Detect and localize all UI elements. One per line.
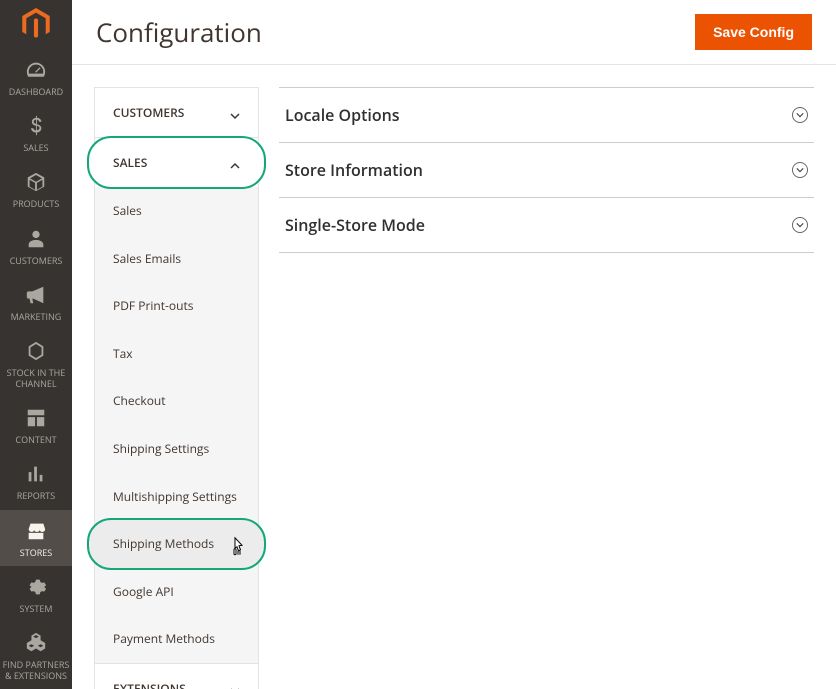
config-sidebar: CUSTOMERS SALES SalesSales EmailsPDF Print… — [94, 87, 259, 689]
page-header: Configuration Save Config — [72, 0, 836, 65]
nav-sales[interactable]: SALES — [0, 105, 72, 161]
nav-content[interactable]: CONTENT — [0, 397, 72, 453]
hex-icon — [25, 340, 47, 365]
nav-label: STORES — [20, 548, 52, 558]
nav-label: STOCK IN THE CHANNEL — [2, 368, 70, 389]
config-item-google-api[interactable]: Google API — [95, 568, 258, 616]
nav-customers[interactable]: CUSTOMERS — [0, 218, 72, 274]
section-single-store[interactable]: Single-Store Mode — [279, 198, 814, 253]
nav-label: CONTENT — [15, 435, 56, 445]
config-subitems-sales: SalesSales EmailsPDF Print-outsTaxChecko… — [95, 187, 258, 664]
section-title: Single-Store Mode — [285, 214, 425, 236]
admin-vertical-nav: DASHBOARD SALES PRODUCTS CUSTOMERS MARKETING… — [0, 0, 72, 689]
nav-label: FIND PARTNERS & EXTENSIONS — [2, 660, 70, 681]
config-item-shipping-methods[interactable]: Shipping Methods — [87, 518, 266, 570]
section-locale[interactable]: Locale Options — [279, 87, 814, 143]
nav-label: REPORTS — [17, 491, 55, 501]
nav-label: PRODUCTS — [13, 199, 60, 209]
dollar-icon — [25, 115, 47, 140]
nav-label: MARKETING — [11, 312, 62, 322]
store-icon — [25, 520, 47, 545]
nav-label: DASHBOARD — [9, 87, 63, 97]
config-group-sales[interactable]: SALES — [87, 136, 266, 189]
nav-reports[interactable]: REPORTS — [0, 453, 72, 509]
config-group-label: SALES — [113, 154, 147, 171]
config-item-tax[interactable]: Tax — [95, 330, 258, 378]
config-item-multishipping[interactable]: Multishipping Settings — [95, 473, 258, 521]
section-title: Store Information — [285, 159, 423, 181]
chevron-down-icon — [230, 108, 240, 118]
person-icon — [25, 228, 47, 253]
config-item-payment-methods[interactable]: Payment Methods — [95, 615, 258, 663]
nav-label: CUSTOMERS — [10, 256, 63, 266]
config-item-sales-emails[interactable]: Sales Emails — [95, 235, 258, 283]
cube-icon — [25, 171, 47, 196]
config-item-sales-sub[interactable]: Sales — [95, 187, 258, 235]
config-item-pdf[interactable]: PDF Print-outs — [95, 282, 258, 330]
chevron-up-icon — [230, 158, 240, 168]
bars-icon — [25, 463, 47, 488]
config-group-label: EXTENSIONS — [113, 680, 186, 689]
cubes-icon — [25, 632, 47, 657]
nav-products[interactable]: PRODUCTS — [0, 161, 72, 217]
nav-stores[interactable]: STORES — [0, 510, 72, 566]
chevron-down-icon — [792, 217, 808, 233]
nav-stock[interactable]: STOCK IN THE CHANNEL — [0, 330, 72, 397]
nav-label: SALES — [23, 143, 48, 153]
chevron-down-icon — [792, 162, 808, 178]
gear-icon — [25, 576, 47, 601]
pointer-cursor-icon — [230, 537, 246, 553]
gauge-icon — [25, 59, 47, 84]
section-store-info[interactable]: Store Information — [279, 143, 814, 198]
megaphone-icon — [25, 284, 47, 309]
config-item-checkout[interactable]: Checkout — [95, 377, 258, 425]
nav-partners[interactable]: FIND PARTNERS & EXTENSIONS — [0, 622, 72, 689]
config-sections: Locale Options Store Information Single-St… — [279, 87, 836, 689]
chevron-down-icon — [792, 107, 808, 123]
magento-logo[interactable] — [0, 0, 72, 49]
chevron-down-icon — [230, 683, 240, 689]
config-group-extensions[interactable]: EXTENSIONS — [95, 664, 258, 689]
nav-marketing[interactable]: MARKETING — [0, 274, 72, 330]
config-group-label: CUSTOMERS — [113, 104, 184, 121]
nav-system[interactable]: SYSTEM — [0, 566, 72, 622]
layout-icon — [25, 407, 47, 432]
section-title: Locale Options — [285, 104, 400, 126]
nav-label: SYSTEM — [20, 604, 53, 614]
main-panel: Configuration Save Config CUSTOMERS SALES… — [72, 0, 836, 689]
save-config-button[interactable]: Save Config — [695, 14, 812, 50]
config-item-shipping-settings[interactable]: Shipping Settings — [95, 425, 258, 473]
config-group-customers[interactable]: CUSTOMERS — [95, 88, 258, 138]
nav-dashboard[interactable]: DASHBOARD — [0, 49, 72, 105]
page-title: Configuration — [96, 14, 262, 50]
content-area: CUSTOMERS SALES SalesSales EmailsPDF Print… — [72, 65, 836, 689]
